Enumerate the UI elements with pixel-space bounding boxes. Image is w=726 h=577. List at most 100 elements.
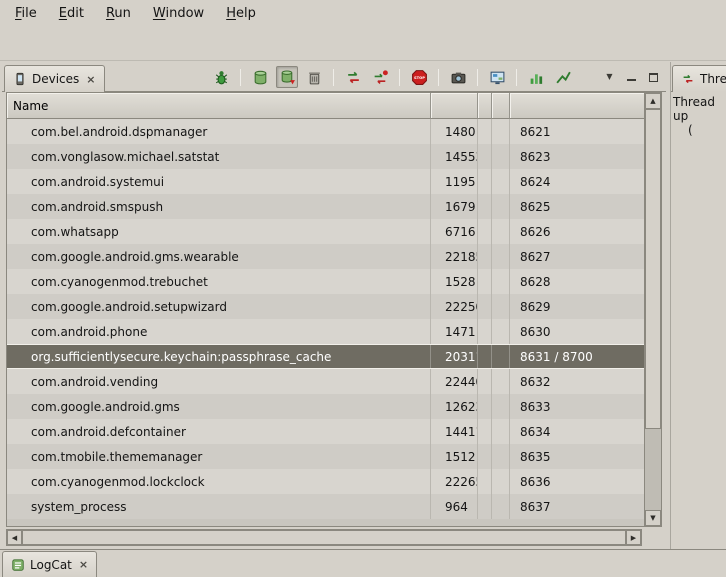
threads-message-line2: ( — [673, 123, 724, 137]
process-row[interactable]: com.google.android.setupwizard222508629 — [7, 294, 644, 319]
logcat-icon — [11, 558, 25, 572]
scroll-left-button[interactable]: ◀ — [7, 530, 22, 545]
process-pid: 14411 — [431, 419, 478, 444]
process-name: com.android.vending — [7, 369, 431, 394]
column-header-port[interactable] — [510, 93, 644, 119]
arrow-up-icon: ▲ — [650, 97, 655, 105]
status-cell — [492, 294, 510, 319]
column-header-status2[interactable] — [492, 93, 510, 119]
toolbar-separator — [333, 69, 334, 86]
close-icon[interactable]: × — [84, 73, 95, 86]
threads-icon — [681, 72, 695, 86]
process-pid: 22185 — [431, 244, 478, 269]
systrace-icon[interactable] — [525, 66, 547, 88]
process-port: 8636 — [510, 469, 644, 494]
status-cell — [492, 394, 510, 419]
threads-message-line1: Thread up — [673, 95, 724, 123]
column-header-pid[interactable] — [431, 93, 478, 119]
process-table: Name com.bel.android.dspmanager14808621c… — [6, 92, 662, 527]
maximize-button[interactable] — [645, 69, 662, 85]
scroll-right-button[interactable]: ▶ — [626, 530, 641, 545]
menu-file[interactable]: File — [4, 1, 48, 26]
process-row[interactable]: com.android.vending22440 8632 — [7, 369, 644, 394]
status-cell — [492, 419, 510, 444]
toolbar-separator — [477, 69, 478, 86]
menu-edit[interactable]: Edit — [48, 1, 95, 26]
status-cell — [478, 119, 492, 144]
horizontal-scrollbar[interactable]: ◀ ▶ — [6, 529, 642, 546]
screen-capture-icon[interactable] — [447, 66, 469, 88]
process-row[interactable]: system_process9648637 — [7, 494, 644, 519]
close-icon[interactable]: × — [77, 558, 88, 571]
workspace: Devices × STOP ▼ Name com.bel.android.ds… — [0, 62, 726, 549]
dump-hprof-icon[interactable] — [276, 66, 298, 88]
stop-process-icon[interactable]: STOP — [408, 66, 430, 88]
main-toolbar — [0, 27, 726, 61]
process-row[interactable]: com.vonglasow.michael.satstat145538623 — [7, 144, 644, 169]
update-threads-icon[interactable] — [342, 66, 364, 88]
opengl-trace-icon[interactable] — [552, 66, 574, 88]
column-header-status1[interactable] — [478, 93, 492, 119]
status-cell — [492, 494, 510, 519]
scroll-down-button[interactable]: ▼ — [645, 510, 661, 526]
process-pid: 1471 — [431, 319, 478, 344]
process-row[interactable]: com.whatsapp67168626 — [7, 219, 644, 244]
process-port: 8625 — [510, 194, 644, 219]
process-port: 8629 — [510, 294, 644, 319]
view-menu-button[interactable]: ▼ — [601, 69, 618, 85]
process-row[interactable]: com.google.android.gms.wearable221858627 — [7, 244, 644, 269]
process-row[interactable]: com.android.systemui11958624 — [7, 169, 644, 194]
status-cell — [492, 244, 510, 269]
process-pid: 12623 — [431, 394, 478, 419]
menu-window[interactable]: Window — [142, 1, 215, 26]
status-cell — [478, 444, 492, 469]
vertical-scrollbar[interactable]: ▲ ▼ — [644, 93, 661, 526]
process-pid: 22265 — [431, 469, 478, 494]
process-row[interactable]: com.tmobile.thememanager15128635 — [7, 444, 644, 469]
vertical-scrollbar-thumb[interactable] — [645, 109, 661, 429]
debug-process-icon[interactable] — [210, 66, 232, 88]
minimize-button[interactable] — [623, 69, 640, 85]
status-cell — [478, 269, 492, 294]
process-name: com.cyanogenmod.trebuchet — [7, 269, 431, 294]
process-name: com.android.phone — [7, 319, 431, 344]
menu-help[interactable]: Help — [215, 1, 267, 26]
status-cell — [492, 444, 510, 469]
tab-devices[interactable]: Devices × — [4, 65, 105, 92]
tab-logcat-label: LogCat — [30, 558, 72, 572]
menubar: FileEditRunWindowHelp — [0, 0, 726, 27]
bottom-bar: LogCat × — [0, 549, 726, 577]
ui-hierarchy-icon[interactable] — [486, 66, 508, 88]
process-row[interactable]: com.google.android.gms126238633 — [7, 394, 644, 419]
process-port: 8634 — [510, 419, 644, 444]
menu-run[interactable]: Run — [95, 1, 142, 26]
update-heap-icon[interactable] — [249, 66, 271, 88]
tab-threads[interactable]: Threads — [672, 65, 726, 92]
scroll-up-button[interactable]: ▲ — [645, 93, 661, 109]
status-cell — [478, 194, 492, 219]
devices-toolbar-icons: STOP — [210, 66, 574, 88]
threads-tabbar: Threads — [671, 62, 726, 92]
process-row[interactable]: com.android.smspush16798625 — [7, 194, 644, 219]
process-port: 8632 — [510, 369, 644, 394]
start-method-profiling-icon[interactable] — [369, 66, 391, 88]
cause-gc-icon[interactable] — [303, 66, 325, 88]
column-header-name[interactable]: Name — [7, 93, 431, 119]
process-row[interactable]: com.android.phone14718630 — [7, 319, 644, 344]
process-port: 8621 — [510, 119, 644, 144]
process-name: com.google.android.gms.wearable — [7, 244, 431, 269]
horizontal-scrollbar-thumb[interactable] — [22, 530, 626, 545]
process-name: system_process — [7, 494, 431, 519]
process-pid: 22440 — [431, 369, 478, 394]
process-row[interactable]: com.cyanogenmod.trebuchet15288628 — [7, 269, 644, 294]
process-row[interactable]: org.sufficientlysecure.keychain:passphra… — [7, 344, 644, 369]
process-row[interactable]: com.cyanogenmod.lockclock222658636 — [7, 469, 644, 494]
status-cell — [478, 394, 492, 419]
status-cell — [478, 294, 492, 319]
process-pid: 1195 — [431, 169, 478, 194]
process-pid: 1512 — [431, 444, 478, 469]
process-row[interactable]: com.android.defcontainer144118634 — [7, 419, 644, 444]
tab-logcat[interactable]: LogCat × — [2, 551, 97, 577]
process-row[interactable]: com.bel.android.dspmanager14808621 — [7, 119, 644, 144]
status-cell — [492, 319, 510, 344]
